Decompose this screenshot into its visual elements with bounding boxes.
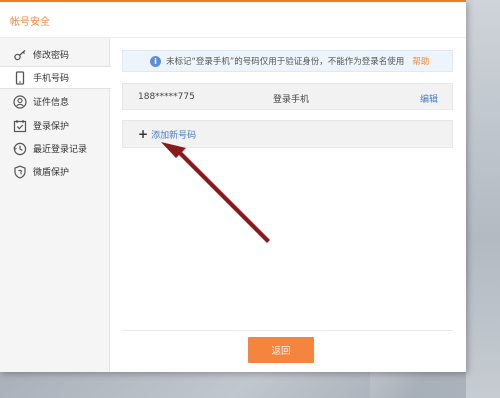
clock-icon [13, 142, 27, 156]
info-icon: i [150, 55, 161, 67]
sidebar: 修改密码 手机号码 证件信息 登录保护 最近登录记录 微盾保护 [0, 38, 111, 372]
sidebar-item-label: 最近登录记录 [33, 145, 88, 155]
sidebar-item-label: 手机号码 [33, 74, 70, 84]
help-link[interactable]: 帮助 [412, 55, 429, 67]
sidebar-item-label: 微盾保护 [33, 168, 70, 178]
dialog-title: 帐号安全 [10, 17, 50, 28]
notice-bar: i 未标记“登录手机”的号码仅用于验证身份，不能作为登录名使用 帮助 [122, 50, 453, 72]
phone-number-row: 188*****775 登录手机 编辑 [122, 83, 453, 110]
calendar-check-icon [13, 119, 27, 133]
id-card-icon [13, 94, 27, 109]
phone-icon [13, 70, 27, 85]
add-new-number-label: 添加新号码 [151, 130, 197, 141]
sidebar-item-shield-protection[interactable]: 微盾保护 [0, 160, 110, 183]
login-phone-tag: 登录手机 [273, 95, 310, 105]
sidebar-item-id-info[interactable]: 证件信息 [0, 90, 110, 113]
sidebar-item-login-protection[interactable]: 登录保护 [0, 114, 110, 137]
dialog-title-bar: 帐号安全 [0, 2, 466, 38]
footer-divider [122, 330, 453, 331]
background-strip [466, 0, 500, 398]
sidebar-item-phone-number[interactable]: 手机号码 [0, 66, 111, 89]
account-security-dialog: 帐号安全 修改密码 手机号码 证件信息 登录保护 最近登录记录 微盾保护 i 未… [0, 0, 466, 372]
sidebar-item-change-password[interactable]: 修改密码 [0, 43, 110, 66]
notice-text: 未标记“登录手机”的号码仅用于验证身份，不能作为登录名使用 [166, 57, 405, 67]
sidebar-item-label: 登录保护 [33, 122, 70, 132]
plus-icon: + [138, 127, 149, 141]
key-icon [13, 48, 27, 62]
phone-number: 188*****775 [138, 92, 195, 102]
sidebar-item-recent-logins[interactable]: 最近登录记录 [0, 137, 110, 160]
sidebar-item-label: 修改密码 [33, 51, 70, 61]
shield-icon [13, 165, 27, 179]
add-new-number-button[interactable]: + 添加新号码 [122, 120, 453, 148]
back-button[interactable]: 返回 [248, 337, 314, 363]
sidebar-item-label: 证件信息 [33, 98, 70, 108]
edit-link[interactable]: 编辑 [420, 92, 438, 105]
